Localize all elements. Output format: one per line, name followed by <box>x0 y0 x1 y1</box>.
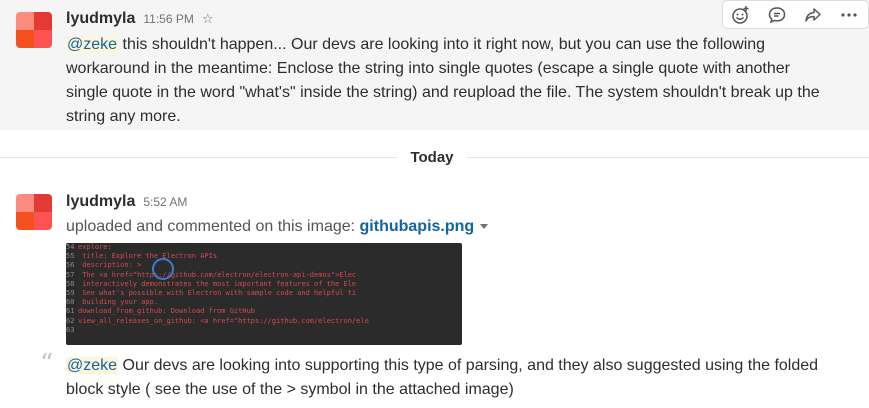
file-link[interactable]: githubapis.png <box>360 218 475 235</box>
star-icon[interactable]: ☆ <box>202 11 214 27</box>
line-number: 63 <box>66 325 75 334</box>
upload-prefix: uploaded and commented on this image: <box>66 218 360 235</box>
image-thumbnail[interactable]: 54 explore: 55 title: Explore the Electron… <box>66 243 462 345</box>
code-line: 62 view_all_releases_on_github: <a href="… <box>66 317 462 326</box>
message-header: lyudmyla 5:52 AM <box>66 193 187 211</box>
code-text: download_from_github: Download from GitH… <box>78 307 256 316</box>
message-header: lyudmyla 11:56 PM ☆ <box>66 10 214 28</box>
cursor-highlight-icon <box>152 258 174 280</box>
code-line: 63 <box>66 326 462 335</box>
code-text: description: > <box>78 261 142 270</box>
share-message-button[interactable] <box>795 1 831 28</box>
code-text: view_all_releases_on_github: <a href="ht… <box>78 316 369 325</box>
chevron-down-icon[interactable] <box>480 224 489 230</box>
avatar[interactable] <box>16 194 52 230</box>
code-line: 57 The <a href="https://github.com/elect… <box>66 271 462 280</box>
avatar[interactable] <box>16 12 52 48</box>
start-thread-button[interactable] <box>759 1 795 28</box>
line-number: 59 <box>66 289 75 298</box>
user-mention[interactable]: @zeke <box>66 357 119 374</box>
code-line: 61 download_from_github: Download from Gi… <box>66 307 462 316</box>
line-number: 54 <box>66 243 75 251</box>
comment-icon <box>768 6 786 23</box>
line-number: 61 <box>66 307 75 316</box>
message-actions-toolbar <box>722 0 869 29</box>
message-body: this shouldn't happen... Our devs are lo… <box>66 36 820 125</box>
code-text: See what's possible with Electron with s… <box>78 289 357 298</box>
line-number: 56 <box>66 261 75 270</box>
more-actions-icon <box>841 12 857 17</box>
timestamp[interactable]: 11:56 PM <box>143 12 193 26</box>
code-text: building your app. <box>78 298 159 307</box>
quote-icon: “ <box>40 349 54 379</box>
comment-body: Our devs are looking into supporting thi… <box>66 357 819 398</box>
line-number: 60 <box>66 298 75 307</box>
user-mention[interactable]: @zeke <box>66 36 119 53</box>
add-reaction-icon <box>732 5 749 24</box>
code-line: 60 building your app. <box>66 298 462 307</box>
code-line: 54 explore: <box>66 243 462 252</box>
line-number: 58 <box>66 279 75 288</box>
author-name[interactable]: lyudmyla <box>66 10 135 28</box>
line-number: 62 <box>66 316 75 325</box>
share-icon <box>805 7 821 22</box>
code-line: 56 description: > <box>66 261 462 270</box>
author-name[interactable]: lyudmyla <box>66 193 135 211</box>
code-text: explore: <box>78 243 112 251</box>
code-text: interactively demonstrates the most impo… <box>78 279 357 288</box>
code-line: 55 title: Explore the Electron APIs <box>66 252 462 261</box>
code-text: The <a href="https://github.com/electron… <box>78 270 357 279</box>
line-number: 57 <box>66 270 75 279</box>
timestamp[interactable]: 5:52 AM <box>143 195 187 209</box>
file-comment: @zeke Our devs are looking into supporti… <box>66 354 846 402</box>
add-reaction-button[interactable] <box>723 1 759 28</box>
message-text: @zeke this shouldn't happen... Our devs … <box>66 33 836 129</box>
more-actions-button[interactable] <box>831 1 867 28</box>
line-number: 55 <box>66 252 75 261</box>
code-text: title: Explore the Electron APIs <box>78 252 218 261</box>
code-line: 58 interactively demonstrates the most i… <box>66 280 462 289</box>
upload-notice: uploaded and commented on this image: gi… <box>66 216 489 238</box>
code-line: 59 See what's possible with Electron wit… <box>66 289 462 298</box>
day-divider-label: Today <box>397 147 467 169</box>
